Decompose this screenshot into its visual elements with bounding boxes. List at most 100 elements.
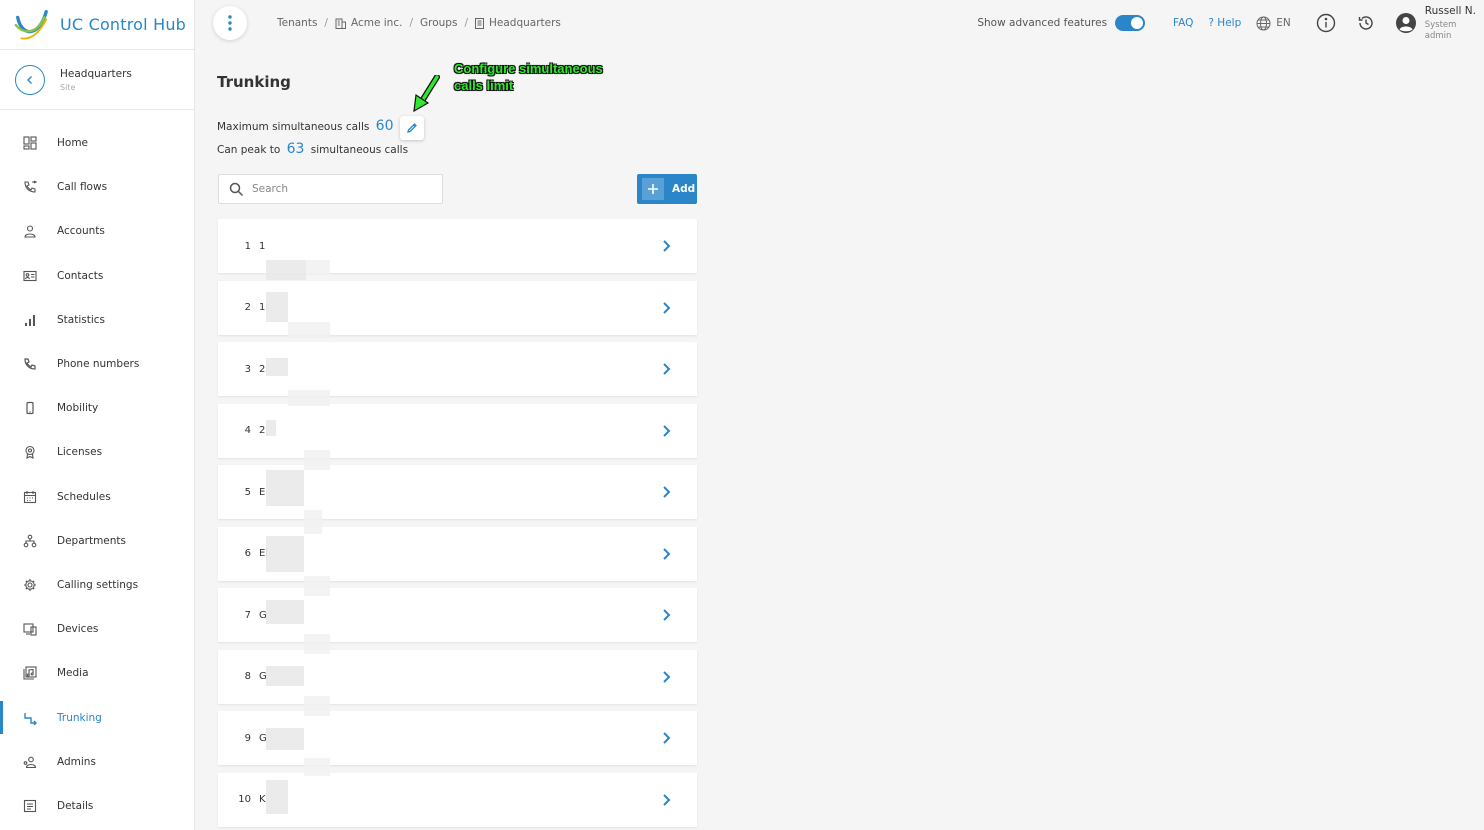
annotation-arrow-icon	[413, 75, 440, 113]
sidebar-item-label: Phone numbers	[57, 358, 140, 371]
peak-calls-value: 63	[286, 141, 305, 157]
calendar-icon	[22, 489, 38, 505]
info-icon	[1316, 13, 1335, 33]
sidebar-item-licenses[interactable]: Licenses	[0, 430, 194, 474]
language-selector[interactable]: EN	[1256, 16, 1291, 31]
sidebar-item-label: Contacts	[57, 269, 104, 282]
person-icon	[22, 223, 38, 239]
bar-chart-icon	[22, 312, 38, 328]
sidebar-item-contacts[interactable]: Contacts	[0, 254, 194, 298]
trunk-index: 7	[244, 609, 251, 621]
breadcrumb-separator: /	[409, 17, 413, 29]
sidebar-item-home[interactable]: Home	[0, 121, 194, 165]
add-button[interactable]: Add	[637, 174, 697, 204]
sidebar-item-phone-numbers[interactable]: Phone numbers	[0, 342, 194, 386]
faq-link[interactable]: FAQ	[1173, 17, 1193, 29]
edit-calls-limit-button[interactable]	[400, 116, 424, 140]
chevron-right-icon	[663, 547, 671, 560]
breadcrumb-tenant[interactable]: Acme inc.	[335, 17, 402, 29]
sidebar-item-media[interactable]: Media	[0, 651, 194, 695]
sidebar: UC Control Hub Headquarters Site Home Ca…	[0, 0, 195, 830]
pencil-icon	[407, 123, 417, 133]
sidebar-item-label: Devices	[57, 623, 99, 636]
more-vertical-icon	[228, 15, 232, 31]
sidebar-nav: Home Call flows Accounts Contacts Statis…	[0, 110, 194, 828]
history-icon	[1358, 16, 1373, 30]
peak-prefix: Can peak to	[217, 144, 281, 156]
breadcrumb-site[interactable]: Headquarters	[474, 17, 561, 29]
sidebar-item-label: Licenses	[57, 446, 103, 459]
top-right-toolbar: Show advanced features FAQ ? Help EN Rus…	[977, 0, 1484, 46]
info-button[interactable]	[1315, 12, 1337, 34]
sidebar-item-label: Mobility	[57, 402, 99, 415]
add-button-label: Add	[672, 183, 696, 195]
more-menu-button[interactable]	[213, 6, 247, 40]
trunk-index: 9	[244, 732, 251, 744]
sidebar-item-statistics[interactable]: Statistics	[0, 298, 194, 342]
help-link[interactable]: ? Help	[1208, 17, 1241, 29]
advanced-features-toggle[interactable]	[1115, 15, 1146, 31]
sidebar-item-label: Media	[57, 667, 89, 680]
sidebar-item-admins[interactable]: Admins	[0, 740, 194, 784]
chevron-right-icon	[663, 732, 671, 744]
chevron-right-icon	[663, 670, 671, 683]
sidebar-item-trunking[interactable]: Trunking	[0, 695, 194, 739]
sidebar-item-details[interactable]: Details	[0, 784, 194, 828]
sidebar-item-call-flows[interactable]: Call flows	[0, 165, 194, 209]
building-icon	[335, 18, 346, 29]
history-button[interactable]	[1355, 12, 1377, 34]
sidebar-item-accounts[interactable]: Accounts	[0, 209, 194, 253]
user-role: System	[1424, 20, 1457, 30]
user-menu[interactable]: Russell N. System admin	[1395, 5, 1476, 41]
chevron-right-icon	[663, 363, 671, 375]
breadcrumb-separator: /	[464, 17, 468, 29]
trunk-index: 6	[244, 548, 251, 559]
trunk-icon	[22, 710, 38, 726]
site-type: Site	[60, 82, 76, 92]
language-label: EN	[1276, 17, 1291, 29]
chevron-right-icon	[663, 424, 671, 437]
brand[interactable]: UC Control Hub	[0, 0, 194, 50]
license-badge-icon	[22, 444, 38, 460]
trunk-index: 3	[244, 363, 251, 375]
sidebar-item-label: Home	[57, 137, 89, 150]
trunk-index: 4	[244, 425, 251, 436]
mobile-icon	[22, 400, 38, 416]
breadcrumb-separator: /	[324, 17, 328, 29]
annotation-callout: Configure simultaneous calls limit	[454, 61, 603, 93]
contact-card-icon	[22, 268, 38, 284]
sidebar-item-mobility[interactable]: Mobility	[0, 386, 194, 430]
chevron-right-icon	[663, 609, 671, 621]
brand-name: UC Control Hub	[60, 15, 187, 34]
breadcrumb-tenants[interactable]: Tenants	[277, 17, 317, 29]
max-calls-line: Maximum simultaneous calls 60	[217, 118, 397, 134]
home-grid-icon	[22, 135, 38, 151]
phone-icon	[22, 356, 38, 372]
sidebar-item-label: Call flows	[57, 181, 108, 194]
trunk-index: 2	[244, 302, 251, 313]
breadcrumb-groups[interactable]: Groups	[420, 17, 457, 29]
sidebar-item-devices[interactable]: Devices	[0, 607, 194, 651]
back-button[interactable]	[15, 64, 45, 95]
call-flow-icon	[22, 179, 38, 195]
globe-icon	[1256, 16, 1271, 30]
site-header: Headquarters Site	[0, 50, 194, 110]
breadcrumb: Tenants / Acme inc. / Groups / Headquart…	[277, 17, 561, 29]
trunk-index: 5	[244, 486, 251, 498]
search-input[interactable]	[252, 183, 422, 195]
sidebar-item-label: Details	[57, 799, 94, 812]
sidebar-item-schedules[interactable]: Schedules	[0, 475, 194, 519]
sidebar-item-departments[interactable]: Departments	[0, 519, 194, 563]
search-box[interactable]	[218, 174, 443, 204]
peak-suffix: simultaneous calls	[310, 144, 409, 156]
peak-calls-line: Can peak to 63 simultaneous calls	[217, 141, 408, 157]
user-name: Russell N.	[1424, 5, 1476, 17]
gear-icon	[22, 577, 38, 593]
advanced-features-label: Show advanced features	[977, 17, 1108, 29]
trunk-index: 1	[244, 240, 251, 252]
media-icon	[22, 665, 38, 681]
sidebar-item-label: Departments	[57, 534, 127, 547]
trunk-index: 10	[238, 794, 251, 805]
sidebar-item-calling-settings[interactable]: Calling settings	[0, 563, 194, 607]
chevron-right-icon	[663, 240, 671, 252]
